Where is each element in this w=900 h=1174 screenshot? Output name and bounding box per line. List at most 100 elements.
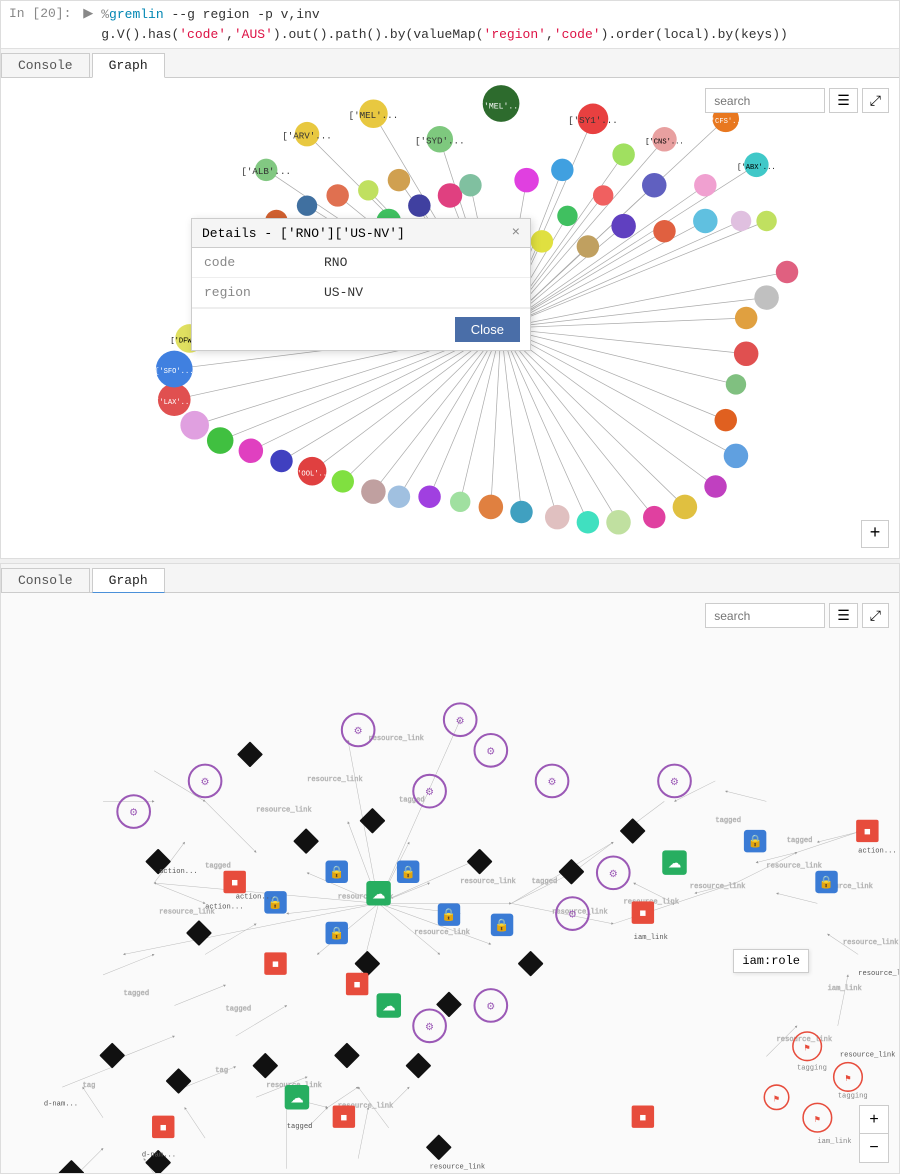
top-search-input[interactable]	[705, 88, 825, 113]
node-37[interactable]	[510, 501, 532, 523]
node-59[interactable]	[408, 194, 430, 216]
node-34[interactable]	[606, 510, 631, 535]
node-26[interactable]	[735, 307, 757, 329]
node-10[interactable]	[694, 174, 716, 196]
node-29[interactable]	[715, 409, 737, 431]
svg-text:⚙: ⚙	[425, 787, 434, 799]
code-line1: %gremlin --g region -p v,inv	[101, 5, 788, 25]
node-40[interactable]	[418, 485, 440, 507]
node-60[interactable]	[438, 183, 463, 208]
top-zoom-plus[interactable]: +	[861, 520, 889, 548]
svg-text:resource_link: resource_link	[690, 883, 746, 891]
node-27[interactable]	[734, 341, 759, 366]
svg-text:action...: action...	[858, 847, 896, 855]
run-icon[interactable]: ▶	[83, 6, 93, 21]
node-46[interactable]	[239, 439, 264, 464]
node-65[interactable]	[297, 195, 317, 215]
tab-console-top[interactable]: Console	[1, 53, 90, 77]
node-33[interactable]	[643, 506, 665, 528]
svg-text:⚑: ⚑	[804, 1044, 811, 1053]
svg-text:action...: action...	[159, 868, 197, 876]
cell-label: In [20]: ▶	[9, 5, 101, 21]
bottom-expand-btn[interactable]: ⤢	[862, 603, 889, 628]
tab-graph-top[interactable]: Graph	[92, 53, 165, 78]
node-62[interactable]	[388, 169, 410, 191]
svg-text:iam_link: iam_link	[817, 1138, 851, 1146]
node-63[interactable]	[358, 180, 378, 200]
node-16[interactable]	[557, 206, 577, 226]
node-61[interactable]	[459, 174, 481, 196]
modal-close-btn[interactable]: Close	[455, 317, 520, 342]
bottom-zoom-plus[interactable]: +	[860, 1106, 888, 1134]
node-28[interactable]	[726, 374, 746, 394]
svg-text:['LAX'...: ['LAX'...	[155, 399, 193, 407]
node-42[interactable]	[361, 479, 386, 504]
svg-text:resource_link: resource_link	[368, 735, 424, 743]
node-23[interactable]	[756, 211, 776, 231]
svg-text:tagging: tagging	[797, 1065, 827, 1073]
node-38[interactable]	[479, 495, 504, 520]
svg-text:d-nam...: d-nam...	[44, 1100, 78, 1108]
tab-console-bottom[interactable]: Console	[1, 568, 90, 592]
node-48[interactable]	[180, 411, 209, 440]
node-12[interactable]	[612, 143, 634, 165]
top-expand-btn[interactable]: ⤢	[862, 88, 889, 113]
iam-role-bottom-right[interactable]: ⚑ ⚑ ⚑ ⚑ tagging tagging iam_link	[764, 1032, 867, 1146]
svg-text:☁: ☁	[372, 887, 385, 902]
svg-text:⚙: ⚙	[568, 910, 577, 922]
svg-text:tagged: tagged	[226, 1006, 252, 1014]
node-39[interactable]	[450, 492, 470, 512]
node-24[interactable]	[776, 261, 798, 283]
node-14[interactable]	[551, 159, 573, 181]
node-45[interactable]	[270, 450, 292, 472]
node-11[interactable]	[642, 173, 667, 198]
modal-close-x[interactable]: ×	[512, 225, 520, 241]
tab-graph-bottom[interactable]: Graph	[92, 568, 165, 593]
node-22[interactable]	[731, 211, 751, 231]
bottom-panel: Console Graph ☰ ⤢	[0, 563, 900, 1174]
svg-text:tagged: tagged	[399, 796, 425, 804]
svg-text:['SFO'...: ['SFO'...	[155, 368, 193, 376]
node-13[interactable]	[593, 185, 613, 205]
svg-text:tagged: tagged	[787, 837, 813, 845]
node-32[interactable]	[673, 495, 698, 520]
svg-text:⚙: ⚙	[425, 1022, 434, 1034]
node-20[interactable]	[653, 220, 675, 242]
bottom-list-btn[interactable]: ☰	[829, 603, 858, 628]
node-43[interactable]	[332, 470, 354, 492]
node-30[interactable]	[724, 444, 749, 469]
node-19[interactable]	[611, 214, 636, 239]
svg-text:resource_link: resource_link	[766, 863, 822, 871]
svg-text:🔒: 🔒	[329, 926, 344, 941]
svg-text:iam_link: iam_link	[634, 934, 668, 942]
node-41[interactable]	[388, 485, 410, 507]
node-15[interactable]	[514, 168, 539, 193]
node-35[interactable]	[577, 511, 599, 533]
node-64[interactable]	[326, 184, 348, 206]
top-tabs: Console Graph	[1, 49, 899, 78]
bottom-edges: resource_link resource_link resource_lin…	[62, 720, 898, 1173]
bottom-search-input[interactable]	[705, 603, 825, 628]
top-list-btn[interactable]: ☰	[829, 88, 858, 113]
svg-text:⚑: ⚑	[844, 1075, 851, 1084]
svg-text:resource_link: resource_link	[552, 909, 608, 917]
node-21[interactable]	[693, 209, 718, 234]
node-31[interactable]	[704, 475, 726, 497]
bottom-zoom-group: + −	[859, 1105, 889, 1163]
svg-text:⚙: ⚙	[201, 777, 210, 789]
node-47[interactable]	[207, 427, 234, 454]
bottom-zoom-minus[interactable]: −	[860, 1134, 888, 1162]
modal-value-code: RNO	[312, 248, 530, 278]
node-25[interactable]	[754, 285, 779, 310]
modal-header: Details - ['RNO']['US-NV'] ×	[192, 219, 530, 248]
modal-footer: Close	[192, 308, 530, 350]
svg-text:■: ■	[231, 878, 238, 890]
svg-text:⚙: ⚙	[486, 1002, 495, 1014]
node-17[interactable]	[531, 230, 553, 252]
svg-text:☁: ☁	[668, 857, 681, 872]
svg-text:action...: action...	[205, 904, 243, 912]
bottom-tabs: Console Graph	[1, 564, 899, 593]
node-18[interactable]	[577, 235, 599, 257]
node-36[interactable]	[545, 505, 570, 530]
modal-title: Details - ['RNO']['US-NV']	[202, 226, 405, 241]
